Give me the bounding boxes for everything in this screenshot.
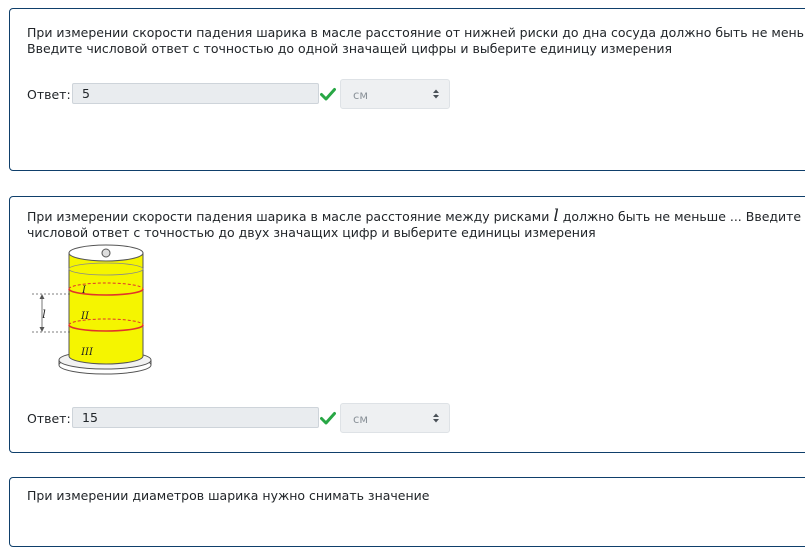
figure-label-II: II <box>80 311 90 322</box>
checkmark-icon <box>320 412 336 425</box>
question-text-line-2: Введите числовой ответ с точностью до од… <box>27 41 673 56</box>
answer-input[interactable]: 15 <box>72 407 319 428</box>
question-text-after: должно быть не меньше ... Введите <box>558 209 802 224</box>
unit-select-value: см <box>353 88 368 102</box>
question-text: При измерении скорости падения шарика в … <box>27 25 805 57</box>
question-card-1: При измерении скорости падения шарика в … <box>9 8 805 171</box>
question-text-line-1: При измерении скорости падения шарика в … <box>27 208 801 225</box>
question-text-before: При измерении скорости падения шарика в … <box>27 209 554 224</box>
question-text-line-1: При измерении скорости падения шарика в … <box>27 25 805 40</box>
updown-caret-icon <box>433 89 439 99</box>
answer-label: Ответ: <box>27 411 71 426</box>
unit-select[interactable]: см <box>340 403 450 433</box>
question-text-line-1: При измерении диаметров шарика нужно сни… <box>27 488 430 503</box>
question-text-line-2: числовой ответ с точностью до двух знача… <box>27 225 596 240</box>
cylinder-figure: l I II III <box>32 244 152 375</box>
question-card-2: При измерении скорости падения шарика в … <box>9 196 805 453</box>
unit-select-value: см <box>353 412 368 426</box>
question-card-3: При измерении диаметров шарика нужно сни… <box>9 477 805 547</box>
unit-select[interactable]: см <box>340 79 450 109</box>
answer-label: Ответ: <box>27 87 71 102</box>
figure-label-l: l <box>42 308 46 321</box>
question-text: При измерении скорости падения шарика в … <box>27 208 801 241</box>
checkmark-icon <box>320 88 336 101</box>
figure-label-III: III <box>80 347 94 358</box>
updown-caret-icon <box>433 413 439 423</box>
answer-input[interactable]: 5 <box>72 83 319 104</box>
